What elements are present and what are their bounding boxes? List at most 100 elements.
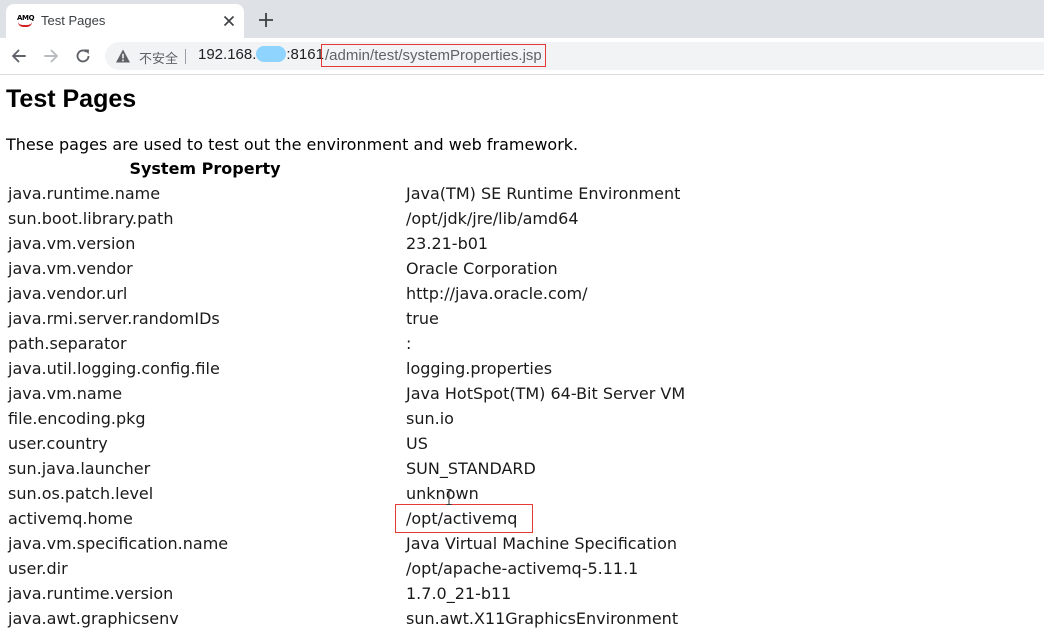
table-row: java.vm.name Java HotSpot(TM) 64-Bit Serv… [6, 381, 804, 406]
header-value [404, 156, 804, 181]
table-row: sun.os.patch.level unknown [6, 481, 804, 506]
property-value-text: 23.21-b01 [406, 234, 489, 253]
property-value-text: 1.7.0_21-b11 [406, 584, 512, 603]
table-row: java.rmi.server.randomIDs true [6, 306, 804, 331]
property-key: java.vm.version [8, 234, 136, 253]
text-cursor-icon [446, 489, 452, 505]
annotation-highlight-box [395, 504, 533, 533]
property-value: US [404, 431, 804, 456]
property-value-text: true [406, 309, 439, 328]
table-row: sun.java.launcher SUN_STANDARD [6, 456, 804, 481]
property-key: java.runtime.version [8, 584, 174, 603]
property-key: java.vm.specification.name [8, 534, 229, 553]
property-value-text: http://java.oracle.com/ [406, 284, 588, 303]
page-title: Test Pages [6, 85, 137, 113]
url-path-highlighted: /admin/test/systemProperties.jsp [321, 44, 546, 67]
table-row: java.runtime.name Java(TM) SE Runtime Env… [6, 181, 804, 206]
intro-text: These pages are used to test out the env… [6, 135, 579, 154]
table-row: user.country US [6, 431, 804, 456]
favicon-text: AMQ [17, 14, 35, 22]
property-value-text: US [406, 434, 428, 453]
property-value: logging.properties [404, 356, 804, 381]
table-row: java.util.logging.config.file logging.pro… [6, 356, 804, 381]
table-row: file.encoding.pkg sun.io [6, 406, 804, 431]
browser-toolbar: 不安全 192.168. :8161 /admin/test/systemProp… [0, 38, 1044, 75]
property-value-text: : [406, 334, 412, 353]
url-port: :8161 [286, 46, 324, 63]
back-arrow-icon[interactable] [9, 46, 29, 66]
property-key: java.vendor.url [8, 284, 128, 303]
activemq-favicon-icon: AMQ [17, 14, 35, 27]
property-key: java.awt.graphicsenv [8, 609, 179, 628]
table-row: sun.boot.library.path/opt/jdk/jre/lib/am… [6, 206, 804, 231]
tab-strip: AMQ Test Pages [0, 0, 1044, 38]
property-key: user.dir [8, 559, 68, 578]
property-value: Java HotSpot(TM) 64-Bit Server VM [404, 381, 804, 406]
warning-icon[interactable] [115, 48, 131, 64]
property-value: /opt/activemq [395, 504, 804, 533]
property-value: : [404, 331, 804, 356]
redaction-blur [256, 46, 287, 62]
property-value: sun.awt.X11GraphicsEnvironment [404, 606, 804, 631]
property-value: true [404, 306, 804, 331]
property-value-text: Java(TM) SE Runtime Environment [406, 184, 681, 203]
property-value: Oracle Corporation [404, 256, 804, 281]
system-properties-table: System Property java.runtime.name Java(TM… [6, 156, 804, 631]
close-icon[interactable] [220, 12, 238, 30]
forward-arrow-icon[interactable] [41, 46, 61, 66]
property-value-text: Java Virtual Machine Specification [406, 534, 678, 553]
property-key: sun.os.patch.level [8, 484, 154, 503]
property-key: java.vm.name [8, 384, 123, 403]
property-key: java.vm.vendor [8, 259, 133, 278]
table-body: java.runtime.name Java(TM) SE Runtime Env… [6, 181, 804, 631]
tab-title: Test Pages [41, 13, 106, 28]
property-key: user.country [8, 434, 108, 453]
plus-icon[interactable] [256, 10, 276, 30]
property-value-text: sun.io [406, 409, 454, 428]
table-row: path.separator: [6, 331, 804, 356]
property-value: SUN_STANDARD [404, 456, 804, 481]
property-value-text: unknown [406, 484, 479, 503]
table-row: java.vm.version 23.21-b01 [6, 231, 804, 256]
property-value: 23.21-b01 [404, 231, 804, 256]
url-host: 192.168. :8161 [198, 46, 324, 63]
insecure-label[interactable]: 不安全 [139, 48, 178, 67]
property-key: path.separator [8, 334, 127, 353]
property-value-text: Oracle Corporation [406, 259, 558, 278]
address-bar[interactable]: 不安全 192.168. :8161 /admin/test/systemProp… [105, 42, 1044, 70]
property-value: /opt/apache-activemq-5.11.1 [404, 556, 804, 581]
property-key: java.runtime.name [8, 184, 161, 203]
table-header-row: System Property [6, 156, 804, 181]
property-key: java.rmi.server.randomIDs [8, 309, 220, 328]
table-row: java.runtime.version 1.7.0_21-b11 [6, 581, 804, 606]
reload-icon[interactable] [73, 46, 93, 66]
property-value-text: SUN_STANDARD [406, 459, 536, 478]
property-value-text: logging.properties [406, 359, 553, 378]
property-value: unknown [404, 481, 804, 506]
browser-tab[interactable]: AMQ Test Pages [6, 4, 244, 38]
property-value: http://java.oracle.com/ [404, 281, 804, 306]
property-value: /opt/jdk/jre/lib/amd64 [404, 206, 804, 231]
property-value-text: /opt/jdk/jre/lib/amd64 [406, 209, 579, 228]
table-row: java.vm.vendor Oracle Corporation [6, 256, 804, 281]
property-value: sun.io [404, 406, 804, 431]
table-row: java.vendor.url http://java.oracle.com/ [6, 281, 804, 306]
property-key: file.encoding.pkg [8, 409, 146, 428]
property-key: java.util.logging.config.file [8, 359, 220, 378]
url-host-prefix: 192.168. [198, 46, 257, 63]
table-row: java.awt.graphicsenv sun.awt.X11GraphicsE… [6, 606, 804, 631]
property-value: Java Virtual Machine Specification [404, 531, 804, 556]
property-key: activemq.home [8, 509, 133, 528]
property-value-text: Java HotSpot(TM) 64-Bit Server VM [406, 384, 686, 403]
property-key: sun.boot.library.path [8, 209, 174, 228]
property-value-text: /opt/apache-activemq-5.11.1 [406, 559, 639, 578]
property-key: sun.java.launcher [8, 459, 151, 478]
property-value-text: sun.awt.X11GraphicsEnvironment [406, 609, 679, 628]
omnibox-divider [185, 49, 186, 64]
property-value: Java(TM) SE Runtime Environment [404, 181, 804, 206]
table-row: java.vm.specification.name Java Virtual M… [6, 531, 804, 556]
header-system-property: System Property [129, 159, 281, 178]
table-row: user.dir/opt/apache-activemq-5.11.1 [6, 556, 804, 581]
property-value: 1.7.0_21-b11 [404, 581, 804, 606]
table-row: activemq.home/opt/activemq [6, 504, 804, 533]
